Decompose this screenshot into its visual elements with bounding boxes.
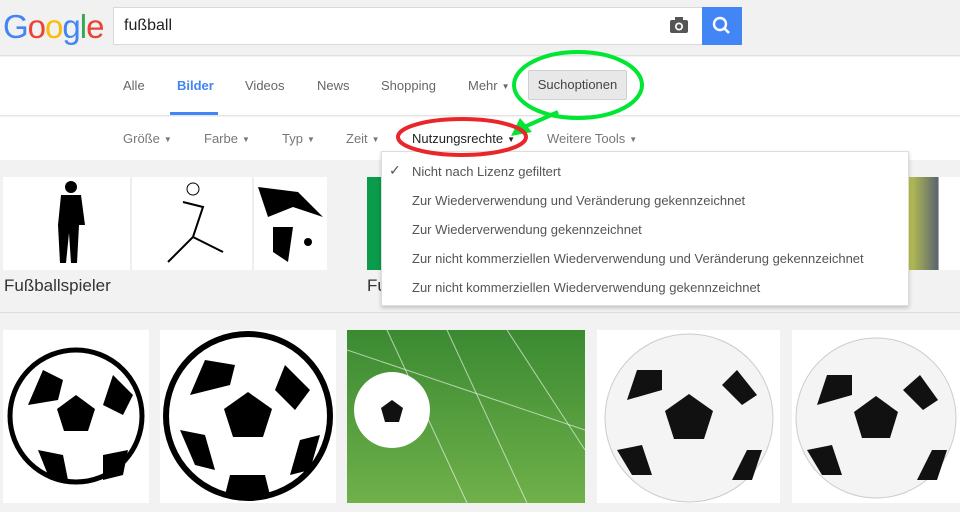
menu-item-not-filtered[interactable]: Nicht nach Lizenz gefiltert — [412, 164, 561, 179]
image-result[interactable] — [597, 330, 780, 503]
tool-type[interactable]: Typ ▼ — [282, 131, 315, 146]
tab-mehr[interactable]: Mehr ▼ — [468, 78, 510, 93]
image-result[interactable] — [792, 330, 960, 503]
search-options-button[interactable]: Suchoptionen — [528, 70, 627, 100]
caret-down-icon: ▼ — [306, 135, 315, 144]
tab-alle[interactable]: Alle — [123, 78, 145, 93]
soccer-ball-image — [7, 347, 145, 485]
image-result[interactable] — [160, 330, 336, 503]
divider — [0, 312, 960, 313]
menu-item-reuse[interactable]: Zur Wiederverwendung gekennzeichnet — [412, 222, 642, 237]
caret-down-icon: ▼ — [241, 135, 250, 144]
header: Google — [0, 0, 960, 56]
menu-item-noncommercial-reuse-modify[interactable]: Zur nicht kommerziellen Wiederverwendung… — [412, 251, 864, 266]
menu-item-noncommercial-reuse[interactable]: Zur nicht kommerziellen Wiederverwendung… — [412, 280, 760, 295]
caret-down-icon: ▼ — [507, 135, 515, 144]
tab-bilder[interactable]: Bilder — [177, 78, 214, 93]
search-input[interactable] — [124, 17, 644, 35]
google-logo[interactable]: Google — [3, 8, 104, 46]
active-tab-underline — [170, 112, 218, 115]
caret-down-icon: ▼ — [501, 82, 510, 91]
related-tile-fussballspieler[interactable] — [3, 177, 327, 270]
tool-label: Typ — [282, 131, 303, 146]
search-icon — [712, 16, 730, 34]
tool-label: Weitere Tools — [547, 131, 626, 146]
caret-down-icon: ▼ — [629, 135, 638, 144]
tool-time[interactable]: Zeit ▼ — [346, 131, 380, 146]
tool-label: Farbe — [204, 131, 238, 146]
image-result[interactable] — [347, 330, 585, 503]
soccer-ball-in-net-image — [347, 330, 585, 503]
related-label[interactable]: Fußballspieler — [4, 276, 111, 296]
tool-color[interactable]: Farbe ▼ — [204, 131, 250, 146]
tab-shopping[interactable]: Shopping — [381, 78, 436, 93]
soccer-ball-image — [163, 331, 333, 501]
soccer-ball-image — [604, 333, 774, 503]
usage-rights-menu: ✓ Nicht nach Lizenz gefiltert Zur Wieder… — [381, 151, 909, 306]
tool-label: Nutzungsrechte — [412, 131, 504, 146]
tool-label: Größe — [123, 131, 160, 146]
search-box — [113, 7, 703, 45]
image-result[interactable] — [3, 330, 149, 503]
tab-mehr-label: Mehr — [468, 78, 498, 93]
related-tile-boots[interactable] — [905, 177, 960, 270]
tool-label: Zeit — [346, 131, 368, 146]
menu-item-reuse-modify[interactable]: Zur Wiederverwendung und Veränderung gek… — [412, 193, 745, 208]
player-silhouettes-image — [58, 177, 323, 270]
tab-videos[interactable]: Videos — [245, 78, 285, 93]
tab-news[interactable]: News — [317, 78, 350, 93]
tool-size[interactable]: Größe ▼ — [123, 131, 172, 146]
tool-more-tools[interactable]: Weitere Tools ▼ — [547, 131, 637, 146]
caret-down-icon: ▼ — [371, 135, 380, 144]
soccer-ball-image — [795, 337, 957, 499]
caret-down-icon: ▼ — [163, 135, 172, 144]
search-button[interactable] — [702, 7, 742, 45]
camera-icon[interactable] — [669, 16, 689, 34]
nav-tabs: Alle Bilder Videos News Shopping Mehr ▼ S… — [0, 57, 960, 116]
checkmark-icon: ✓ — [389, 162, 401, 178]
tool-usage-rights[interactable]: Nutzungsrechte ▼ — [412, 131, 515, 146]
